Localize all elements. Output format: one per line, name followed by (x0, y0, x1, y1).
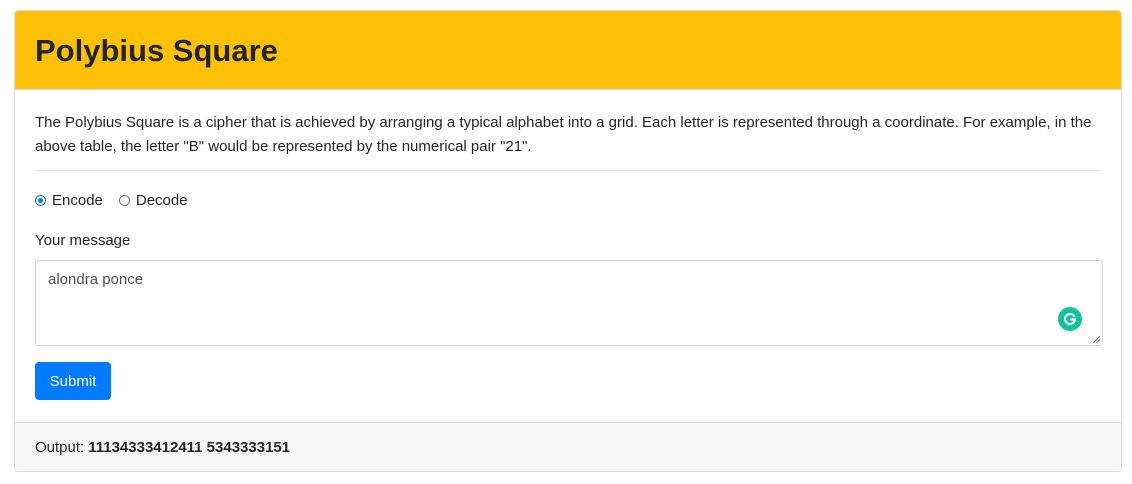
description-text: The Polybius Square is a cipher that is … (35, 114, 1092, 155)
card-header: Polybius Square (15, 11, 1121, 90)
mode-radio-group: Encode Decode (35, 190, 1101, 210)
decode-radio[interactable] (118, 194, 130, 206)
card-body: The Polybius Square is a cipher that is … (15, 90, 1121, 424)
submit-button[interactable]: Submit (35, 362, 111, 400)
output-footer: Output: 11134333412411 5343333151 (15, 422, 1121, 471)
message-textarea[interactable]: alondra ponce (35, 260, 1103, 346)
encode-label: Encode (52, 191, 103, 209)
output-label: Output: (35, 438, 85, 456)
resize-handle-icon[interactable] (1092, 335, 1101, 344)
message-value: alondra ponce (48, 271, 144, 288)
encode-option[interactable]: Encode (35, 192, 103, 209)
decode-label: Decode (135, 191, 188, 209)
polybius-card: Polybius Square The Polybius Square is a… (14, 10, 1122, 472)
decode-option[interactable]: Decode (118, 191, 188, 209)
page-title: Polybius Square (35, 32, 278, 68)
output-value: 11134333412411 5343333151 (88, 438, 291, 456)
encode-radio[interactable] (35, 194, 46, 206)
message-label: Your message (35, 232, 131, 249)
grammarly-icon[interactable] (1058, 307, 1082, 331)
divider (35, 170, 1101, 171)
